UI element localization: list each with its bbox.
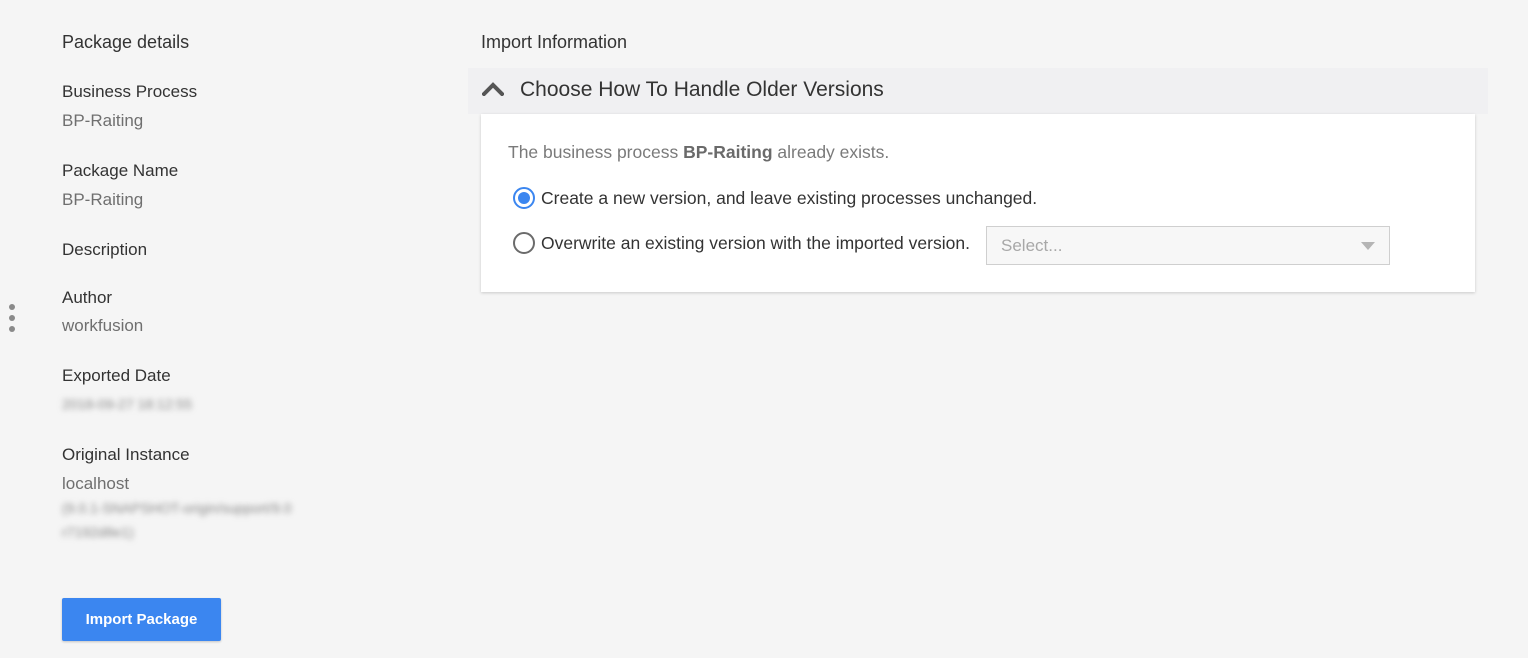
process-name: BP-Raiting	[683, 142, 773, 162]
dot-icon	[9, 304, 15, 310]
business-process-label: Business Process	[62, 82, 198, 101]
import-package-page: Package details Business Process BP-Rait…	[0, 0, 1528, 658]
import-information-title: Import Information	[481, 32, 628, 52]
accordion-body: The business process BP-Raiting already …	[481, 114, 1475, 292]
author-value: workfusion	[62, 316, 144, 335]
version-select-placeholder: Select...	[1001, 236, 1063, 255]
package-name-value: BP-Raiting	[62, 190, 144, 209]
original-instance-version-line-1: (9.0.1-SNAPSHOT-origin/support/9.0	[62, 500, 292, 516]
dot-icon	[9, 315, 15, 321]
radio-create-new-version[interactable]	[513, 187, 535, 209]
dot-icon	[9, 326, 15, 332]
business-process-value: BP-Raiting	[62, 111, 144, 130]
radio-overwrite-version[interactable]	[513, 232, 535, 254]
option-overwrite-version[interactable]: Overwrite an existing version with the i…	[513, 232, 970, 254]
option-overwrite-version-label: Overwrite an existing version with the i…	[541, 232, 970, 253]
more-options-handle[interactable]	[8, 304, 16, 332]
option-create-new-version-label: Create a new version, and leave existing…	[541, 187, 1038, 208]
message-suffix: already exists.	[772, 142, 890, 162]
accordion-title: Choose How To Handle Older Versions	[520, 78, 884, 101]
message-prefix: The business process	[508, 142, 684, 162]
chevron-up-icon	[482, 82, 504, 96]
exported-date-value: 2018-09-27 18:12:55	[62, 396, 192, 412]
option-create-new-version[interactable]: Create a new version, and leave existing…	[513, 187, 1037, 209]
package-details-title: Package details	[62, 32, 190, 52]
description-label: Description	[62, 240, 148, 259]
author-label: Author	[62, 288, 113, 307]
accordion-header[interactable]: Choose How To Handle Older Versions	[468, 68, 1488, 114]
caret-down-icon	[1361, 242, 1375, 250]
original-instance-value: localhost	[62, 474, 130, 493]
original-instance-label: Original Instance	[62, 445, 190, 464]
process-exists-message: The business process BP-Raiting already …	[508, 142, 889, 163]
original-instance-version-line-2: r7192d8e1)	[62, 524, 134, 540]
import-package-button[interactable]: Import Package	[62, 598, 221, 641]
exported-date-label: Exported Date	[62, 366, 171, 385]
package-name-label: Package Name	[62, 161, 179, 180]
version-select[interactable]: Select...	[986, 226, 1390, 265]
